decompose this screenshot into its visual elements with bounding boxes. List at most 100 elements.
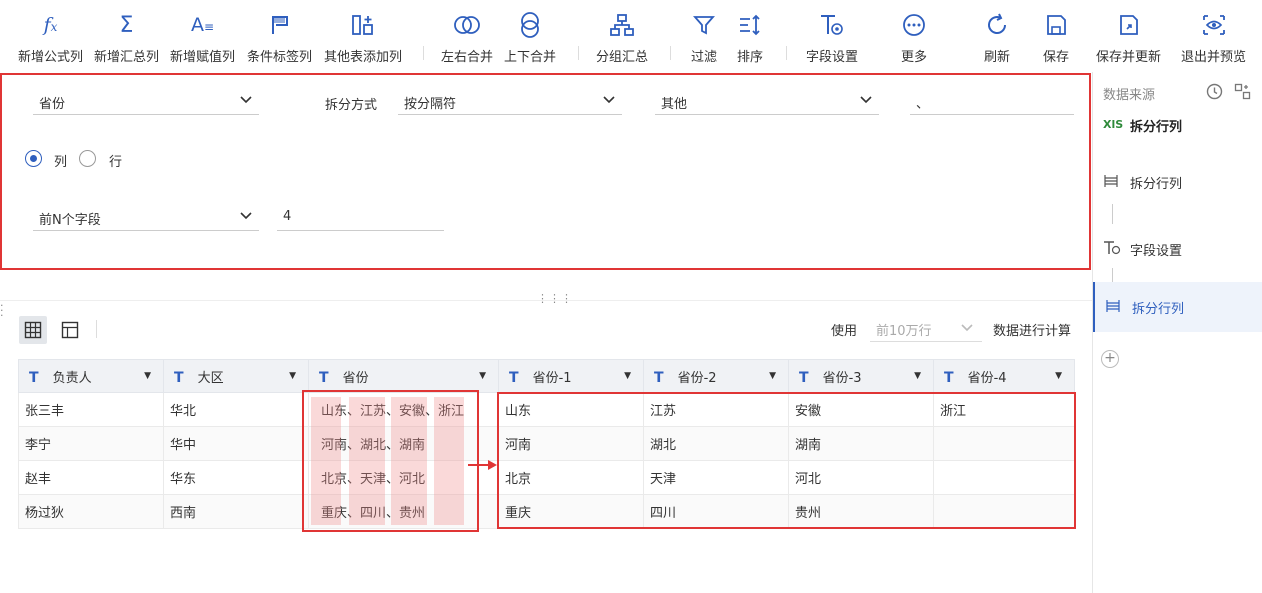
row-limit-select[interactable]: 前10万行: [870, 316, 982, 342]
column-header-label: 省份-3: [822, 370, 862, 386]
chevron-down-icon: [602, 93, 616, 111]
column-header[interactable]: T 省份-1 ▼: [498, 359, 644, 393]
text-type-icon: T: [799, 369, 809, 386]
text-type-icon: T: [654, 369, 664, 386]
grid-view-icon: [24, 321, 42, 339]
table-cell[interactable]: 华北: [163, 392, 309, 427]
column-header[interactable]: T 省份-3 ▼: [788, 359, 934, 393]
exit-and-preview-button[interactable]: 退出并预览: [1181, 12, 1246, 65]
row-limit-value: 前10万行: [876, 324, 932, 339]
group-summary-button[interactable]: 分组汇总: [596, 12, 648, 65]
caret-down-icon[interactable]: ▼: [144, 371, 151, 381]
table-cell[interactable]: 西南: [163, 494, 309, 529]
add-column-from-table-button[interactable]: 其他表添加列: [324, 12, 402, 65]
column-header[interactable]: T 省份 ▼: [308, 359, 499, 393]
caret-down-icon[interactable]: ▼: [624, 371, 631, 381]
column-header[interactable]: T 大区 ▼: [163, 359, 309, 393]
more-button[interactable]: 更多: [901, 12, 927, 65]
result-highlight-box: [497, 392, 1076, 529]
preview-icon: [1202, 12, 1226, 38]
text-type-icon: T: [29, 369, 39, 386]
add-assign-column-button[interactable]: A≡ 新增赋值列: [170, 12, 235, 65]
column-header-label: 省份-2: [677, 370, 717, 386]
add-column-icon: [351, 12, 375, 38]
step-sidebar: 数据来源 XlS 拆分行列 拆分行列 字段设置 拆分行列 +: [1092, 72, 1262, 593]
add-summary-column-button[interactable]: Σ 新增汇总列: [94, 12, 159, 66]
save-update-icon: [1118, 12, 1140, 38]
save-and-update-button[interactable]: 保存并更新: [1096, 12, 1161, 65]
step-split-2[interactable]: 拆分行列: [1093, 282, 1262, 332]
chevron-down-icon: [960, 321, 974, 339]
step-field-settings[interactable]: 字段设置: [1093, 224, 1262, 274]
save-button[interactable]: 保存: [1043, 12, 1069, 65]
split-method-select[interactable]: 按分隔符: [398, 89, 622, 115]
chevron-down-icon: [859, 93, 873, 111]
table-cell[interactable]: 杨过狄: [18, 494, 164, 529]
toolbar-divider: [578, 46, 579, 60]
fx-icon: fx: [43, 14, 58, 36]
merge-top-bottom-button[interactable]: 上下合并: [504, 12, 556, 65]
table-cell[interactable]: 赵丰: [18, 460, 164, 495]
caret-down-icon[interactable]: ▼: [769, 371, 776, 381]
sort-button[interactable]: 排序: [737, 12, 763, 65]
column-header[interactable]: T 负责人 ▼: [18, 359, 164, 393]
topn-input[interactable]: 4: [277, 205, 444, 231]
merge-left-right-button[interactable]: 左右合并: [441, 12, 493, 65]
column-header-label: 大区: [197, 370, 224, 386]
add-formula-column-button[interactable]: fx 新增公式列: [18, 12, 83, 65]
condition-tag-column-button[interactable]: 条件标签列: [247, 12, 312, 65]
grid-view-button[interactable]: [19, 316, 47, 344]
text-type-icon: T: [174, 369, 184, 386]
radio-row-label: 行: [109, 155, 123, 170]
column-header-label: 省份-1: [532, 370, 572, 386]
column-header-label: 省份-4: [967, 370, 1007, 386]
filter-button[interactable]: 过滤: [691, 12, 717, 65]
separator-input[interactable]: 、: [910, 89, 1074, 115]
step-connector: [1112, 204, 1113, 218]
field-settings-button[interactable]: 字段设置: [806, 12, 858, 65]
caret-down-icon[interactable]: ▼: [1055, 371, 1062, 381]
resize-grip-icon[interactable]: ⋮⋮⋮: [537, 292, 573, 305]
table-cell[interactable]: 华东: [163, 460, 309, 495]
refresh-icon: [985, 12, 1009, 38]
toolbar-divider: [96, 320, 97, 338]
sigma-icon: Σ: [119, 12, 134, 38]
text-type-icon: T: [509, 369, 519, 386]
column-header-label: 省份: [342, 370, 369, 386]
use-suffix: 数据进行计算: [993, 324, 1072, 339]
toolbar-divider: [786, 46, 787, 60]
assign-icon: A≡: [190, 14, 215, 36]
topn-select[interactable]: 前N个字段: [33, 205, 259, 231]
refresh-button[interactable]: 刷新: [984, 12, 1010, 65]
caret-down-icon[interactable]: ▼: [289, 371, 296, 381]
separator-input-value: 、: [916, 97, 930, 112]
sort-icon: [738, 12, 762, 38]
toolbar-divider: [423, 46, 424, 60]
table-cell[interactable]: 张三丰: [18, 392, 164, 427]
layout-view-icon: [61, 321, 79, 339]
add-step-button[interactable]: +: [1101, 350, 1119, 368]
caret-down-icon[interactable]: ▼: [479, 371, 486, 381]
field-select[interactable]: 省份: [33, 89, 259, 115]
table-cell[interactable]: 华中: [163, 426, 309, 461]
step-split-1[interactable]: 拆分行列: [1093, 157, 1262, 207]
step-xls-split[interactable]: XlS 拆分行列: [1093, 100, 1262, 150]
separator-type-select[interactable]: 其他: [655, 89, 879, 115]
merge-tb-icon: [519, 12, 541, 38]
save-icon: [1045, 12, 1067, 38]
field-settings-icon: [819, 12, 845, 38]
radio-row[interactable]: [79, 150, 96, 167]
split-config-panel: 省份 拆分方式 按分隔符 其他 、 列 行 前N个字段 4: [0, 73, 1091, 270]
layout-view-button[interactable]: [56, 316, 84, 344]
caret-down-icon[interactable]: ▼: [914, 371, 921, 381]
column-header[interactable]: T 省份-2 ▼: [643, 359, 789, 393]
column-header[interactable]: T 省份-4 ▼: [933, 359, 1075, 393]
table-cell[interactable]: 李宁: [18, 426, 164, 461]
side-grip-icon[interactable]: · · ·: [0, 300, 4, 321]
field-settings-icon: [1103, 240, 1121, 260]
xls-icon: XlS: [1103, 118, 1124, 131]
topn-input-value: 4: [283, 209, 292, 224]
toolbar-divider: [670, 46, 671, 60]
group-icon: [610, 12, 634, 38]
radio-column[interactable]: [25, 150, 42, 167]
